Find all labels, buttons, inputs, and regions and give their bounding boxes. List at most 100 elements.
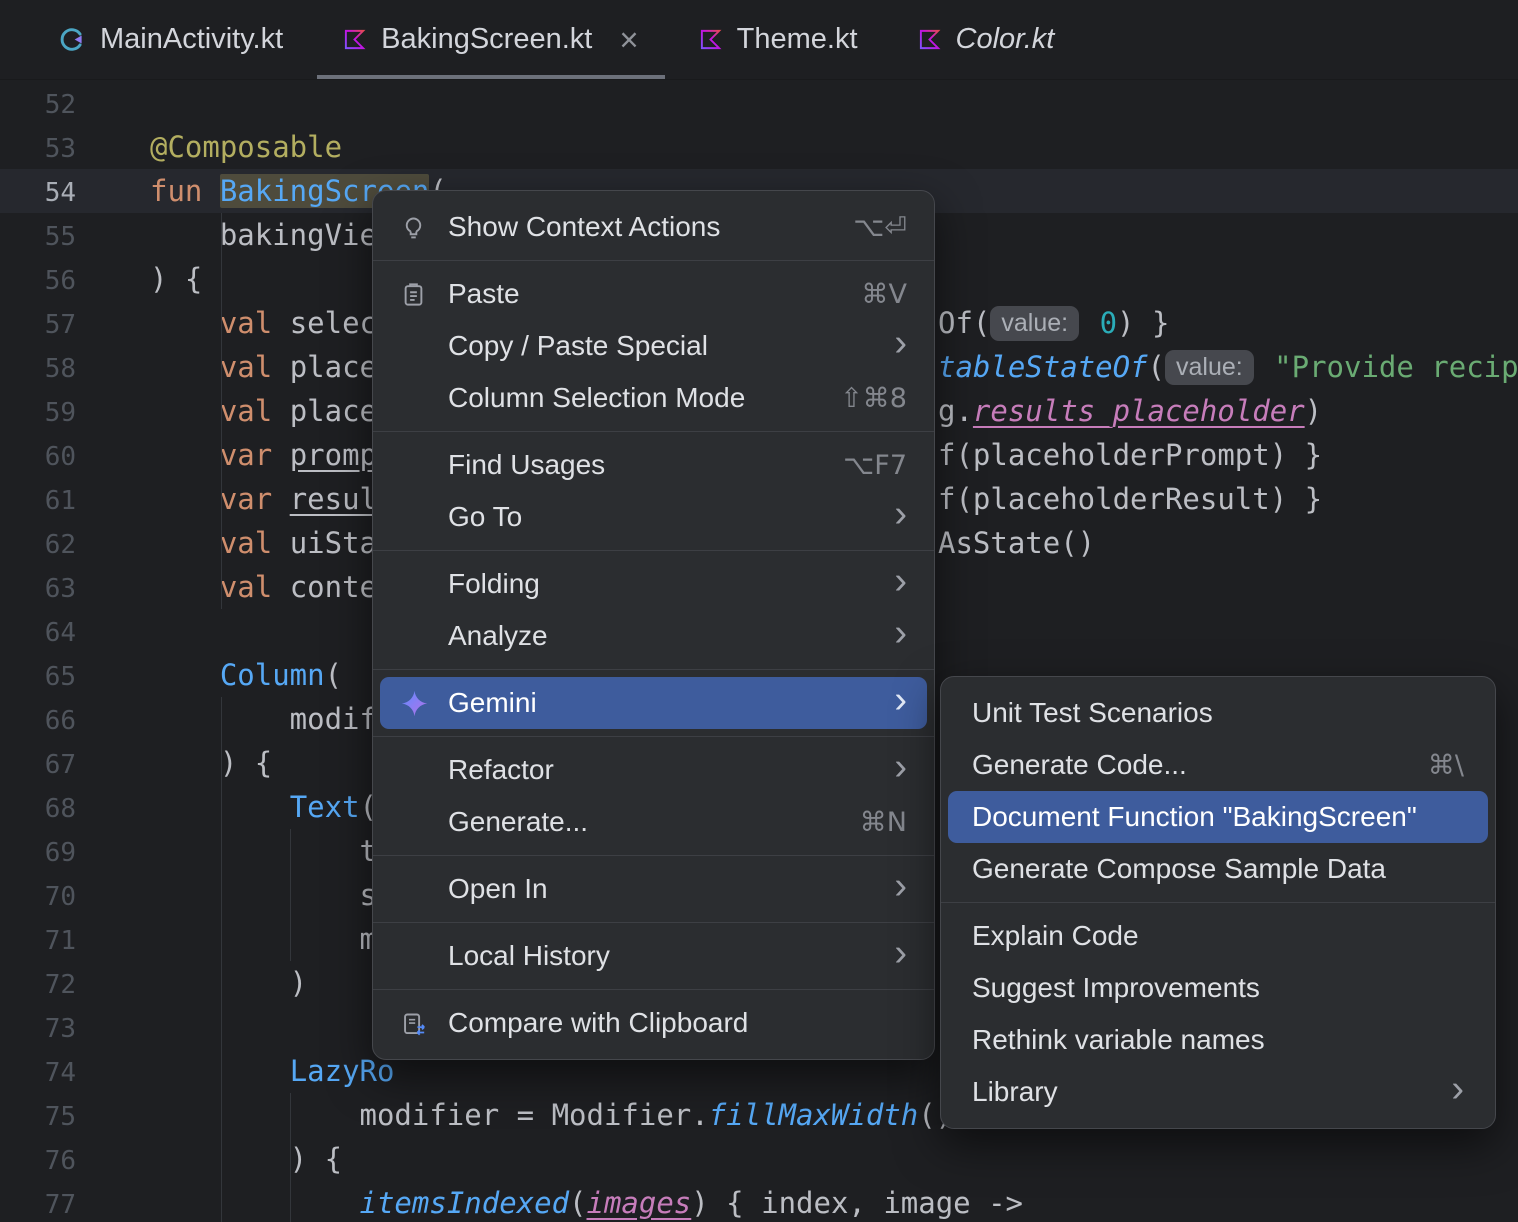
line-number[interactable]: 63 [0,567,76,611]
menu-item-refactor[interactable]: Refactor › [380,744,927,796]
code-text[interactable]: val select [76,306,395,340]
code-text[interactable]: val placeh [76,350,395,384]
menu-item-suggest-improvements[interactable]: Suggest Improvements [948,962,1488,1014]
line-number[interactable]: 65 [0,655,76,699]
line-number[interactable]: 56 [0,259,76,303]
code-text[interactable]: val placeh [76,394,395,428]
line-number[interactable]: 68 [0,787,76,831]
code-text-right[interactable]: f(placeholderPrompt) } [938,433,1322,477]
code-text-right[interactable]: tableStateOf(value: "Provide recipe of [938,345,1518,389]
code-text[interactable]: val uiStat [76,526,395,560]
menu-item-open-in[interactable]: Open In › [380,863,927,915]
line-number[interactable]: 58 [0,347,76,391]
menu-item-generate-code[interactable]: Generate Code... ⌘\ [948,739,1488,791]
menu-item-library[interactable]: Library › [948,1066,1488,1118]
code-text[interactable]: LazyRo [76,1054,395,1088]
code-text-right[interactable]: AsState() [938,521,1095,565]
code-text[interactable]: ) [76,966,307,1000]
code-text[interactable] [76,1010,150,1044]
code-text[interactable]: @Composable [76,130,342,164]
line-number[interactable]: 70 [0,875,76,919]
menu-item-go-to[interactable]: Go To › [380,491,927,543]
menu-item-document-function-bakingscreen[interactable]: Document Function "BakingScreen" [948,791,1488,843]
menu-item-label: Unit Test Scenarios [972,697,1213,728]
code-text[interactable]: modifier = Modifier.fillMaxWidth() [76,1098,954,1132]
code-text[interactable]: st [76,878,395,912]
line-number[interactable]: 59 [0,391,76,435]
code-text[interactable]: modifi [76,702,395,736]
code-text[interactable]: mo [76,922,395,956]
code-text[interactable]: ) { [76,746,272,780]
close-tab-icon[interactable]: × [619,23,638,56]
menu-separator [373,736,934,737]
menu-item-column-selection-mode[interactable]: Column Selection Mode ⇧⌘8 [380,372,927,424]
tab-theme-kt[interactable]: Theme.kt [669,0,888,79]
line-number[interactable]: 71 [0,919,76,963]
menu-item-analyze[interactable]: Analyze › [380,610,927,662]
code-text[interactable] [76,86,150,120]
line-number[interactable]: 61 [0,479,76,523]
code-text[interactable]: val contex [76,570,395,604]
line-number[interactable]: 62 [0,523,76,567]
tab-mainactivity-kt[interactable]: MainActivity.kt [28,0,313,79]
code-text-right[interactable]: g.results_placeholder) [938,389,1322,433]
line-number[interactable]: 55 [0,215,76,259]
line-number[interactable]: 53 [0,127,76,171]
menu-item-show-context-actions[interactable]: Show Context Actions ⌥⏎ [380,201,927,253]
line-number[interactable]: 60 [0,435,76,479]
line-number[interactable]: 66 [0,699,76,743]
line-number[interactable]: 73 [0,1007,76,1051]
menu-item-label: Analyze [448,620,548,651]
line-number[interactable]: 57 [0,303,76,347]
menu-item-rethink-variable-names[interactable]: Rethink variable names [948,1014,1488,1066]
tab-bakingscreen-kt[interactable]: BakingScreen.kt × [313,0,668,79]
code-text[interactable]: ) { [76,262,202,296]
menu-item-explain-code[interactable]: Explain Code [948,910,1488,962]
menu-item-generate[interactable]: Generate... ⌘N [380,796,927,848]
line-number[interactable]: 67 [0,743,76,787]
code-text[interactable]: bakingView [76,218,395,252]
chevron-right-icon: › [1451,1068,1464,1110]
code-line-53[interactable]: 53 @Composable [0,125,1518,169]
code-text-right[interactable]: f(placeholderResult) } [938,477,1322,521]
code-text[interactable]: itemsIndexed(images) { index, image -> [76,1186,1023,1220]
chevron-right-icon: › [894,560,907,602]
code-text[interactable]: var prompt [76,438,395,472]
code-text[interactable]: te [76,834,395,868]
menu-item-unit-test-scenarios[interactable]: Unit Test Scenarios [948,687,1488,739]
line-number[interactable]: 69 [0,831,76,875]
menu-item-folding[interactable]: Folding › [380,558,927,610]
menu-item-generate-compose-sample-data[interactable]: Generate Compose Sample Data [948,843,1488,895]
menu-item-gemini[interactable]: Gemini › [380,677,927,729]
menu-item-copy-paste-special[interactable]: Copy / Paste Special › [380,320,927,372]
code-text-right[interactable]: Of(value: 0) } [938,301,1169,345]
menu-item-label: Column Selection Mode [448,382,746,413]
menu-item-label: Show Context Actions [448,211,721,242]
tab-color-kt[interactable]: Color.kt [888,0,1085,79]
code-text[interactable]: Column( [76,658,342,692]
menu-separator [373,922,934,923]
line-number[interactable]: 77 [0,1183,76,1222]
chevron-right-icon: › [894,322,907,364]
menu-item-paste[interactable]: Paste ⌘V [380,268,927,320]
line-number[interactable]: 54 [0,171,76,215]
menu-item-compare-with-clipboard[interactable]: Compare with Clipboard [380,997,927,1049]
code-line-52[interactable]: 52 [0,81,1518,125]
line-number[interactable]: 76 [0,1139,76,1183]
code-text[interactable] [76,614,150,648]
menu-item-find-usages[interactable]: Find Usages ⌥F7 [380,439,927,491]
menu-item-label: Copy / Paste Special [448,330,708,361]
code-line-77[interactable]: 77 itemsIndexed(images) { index, image -… [0,1181,1518,1222]
menu-item-local-history[interactable]: Local History › [380,930,927,982]
code-text[interactable]: Text( [76,790,377,824]
line-number[interactable]: 75 [0,1095,76,1139]
tab-label: BakingScreen.kt [381,23,593,55]
code-text[interactable]: ) { [76,1142,342,1176]
code-line-76[interactable]: 76 ) { [0,1137,1518,1181]
line-number[interactable]: 74 [0,1051,76,1095]
line-number[interactable]: 64 [0,611,76,655]
code-text[interactable]: var result [76,482,395,516]
line-number[interactable]: 72 [0,963,76,1007]
chevron-right-icon: › [894,865,907,907]
line-number[interactable]: 52 [0,83,76,127]
